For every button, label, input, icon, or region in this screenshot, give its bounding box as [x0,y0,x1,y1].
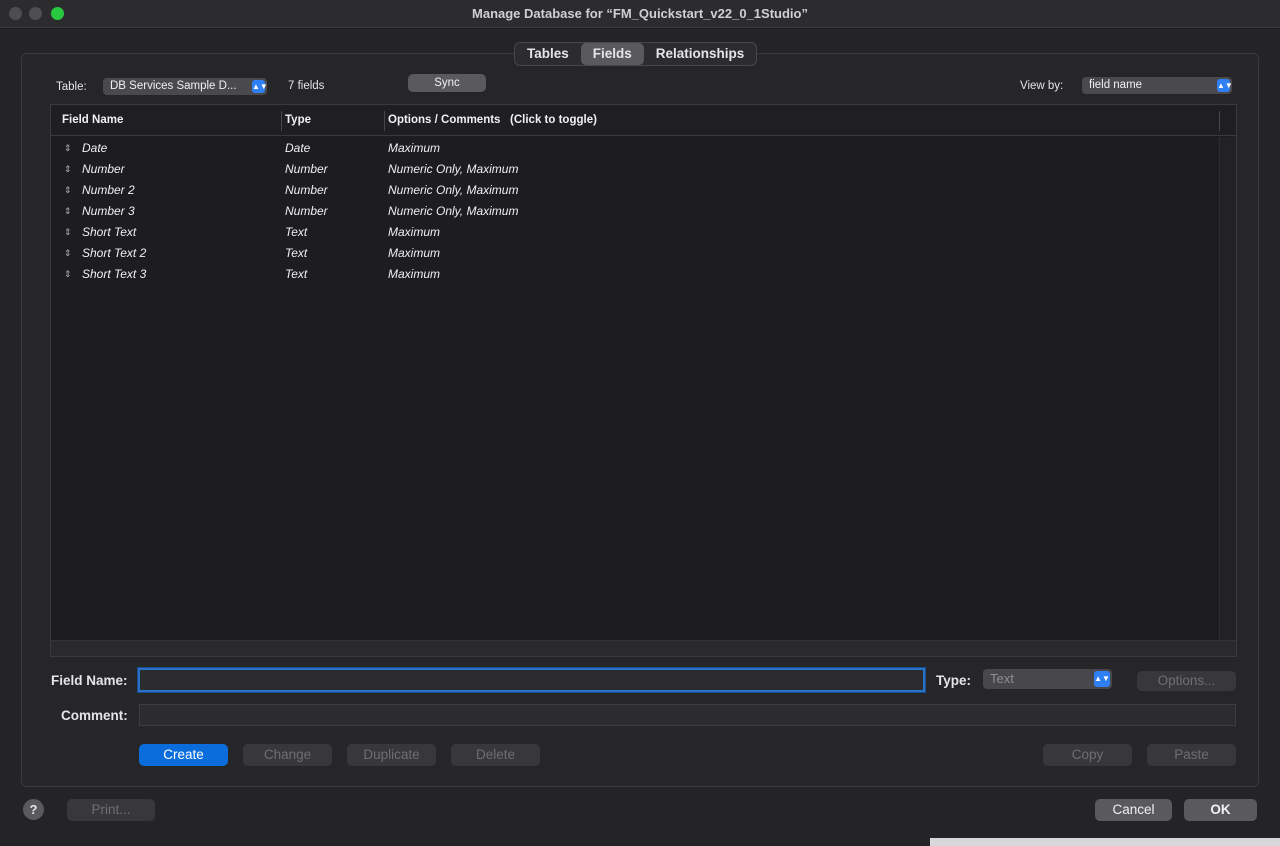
row-field-options: Numeric Only, Maximum [388,204,519,218]
row-field-name: Short Text [82,225,137,239]
row-field-options: Maximum [388,225,441,239]
column-divider[interactable] [384,111,385,131]
view-by-select[interactable]: field name ▲▼ [1082,77,1233,94]
column-header-options[interactable]: Options / Comments (Click to toggle) [388,114,597,126]
row-field-type: Number [285,162,328,176]
drag-handle-icon[interactable]: ⇕ [64,185,72,196]
delete-button[interactable]: Delete [451,744,540,766]
cancel-button[interactable]: Cancel [1095,799,1172,821]
sync-button[interactable]: Sync [408,74,486,92]
create-button[interactable]: Create [139,744,228,766]
tab-tables[interactable]: Tables [515,43,581,65]
table-header: Field Name Type Options / Comments (Clic… [51,105,1236,136]
drag-handle-icon[interactable]: ⇕ [64,227,72,238]
copy-button[interactable]: Copy [1043,744,1132,766]
popup-arrows-icon: ▲▼ [252,80,268,93]
row-field-type: Date [285,141,311,155]
field-list-table: Field Name Type Options / Comments (Clic… [50,104,1237,657]
table-row[interactable]: ⇕ Number 3 Number Numeric Only, Maximum [51,201,1219,222]
drag-handle-icon[interactable]: ⇕ [64,269,72,280]
type-select[interactable]: Text ▲▼ [983,669,1112,689]
background-window-strip [930,838,1280,846]
view-by-label: View by: [1020,80,1064,92]
row-field-name: Number 3 [82,204,135,218]
field-name-label: Field Name: [51,673,128,688]
row-field-name: Short Text 2 [82,246,147,260]
row-field-options: Maximum [388,246,441,260]
row-field-options: Maximum [388,141,441,155]
print-button[interactable]: Print... [67,799,155,821]
field-name-input[interactable] [138,668,925,692]
help-button[interactable]: ? [23,799,44,820]
drag-handle-icon[interactable]: ⇕ [64,248,72,259]
column-divider [1219,111,1220,131]
horizontal-scrollbar[interactable] [51,640,1236,656]
row-field-type: Text [285,246,308,260]
table-row[interactable]: ⇕ Number Number Numeric Only, Maximum [51,159,1219,180]
table-row[interactable]: ⇕ Short Text 3 Text Maximum [51,264,1219,285]
column-header-field-name[interactable]: Field Name [62,114,123,126]
options-button[interactable]: Options... [1137,671,1236,691]
row-field-type: Text [285,225,308,239]
row-field-name: Number 2 [82,183,135,197]
table-row[interactable]: ⇕ Number 2 Number Numeric Only, Maximum [51,180,1219,201]
tab-fields[interactable]: Fields [580,43,644,65]
drag-handle-icon[interactable]: ⇕ [64,143,72,154]
field-rows: ⇕ Date Date Maximum ⇕ Number Number Nume… [51,138,1219,285]
title-bar: Manage Database for “FM_Quickstart_v22_0… [0,0,1280,28]
duplicate-button[interactable]: Duplicate [347,744,436,766]
table-select-value: DB Services Sample D... [110,80,237,92]
vertical-scrollbar[interactable] [1219,137,1236,642]
drag-handle-icon[interactable]: ⇕ [64,164,72,175]
tab-relationships[interactable]: Relationships [644,43,757,65]
row-field-name: Short Text 3 [82,267,147,281]
ok-button[interactable]: OK [1184,799,1257,821]
comment-label: Comment: [61,708,128,723]
change-button[interactable]: Change [243,744,332,766]
window-title: Manage Database for “FM_Quickstart_v22_0… [472,6,808,21]
column-divider[interactable] [281,111,282,131]
row-field-name: Date [82,141,108,155]
column-header-type[interactable]: Type [285,114,311,126]
drag-handle-icon[interactable]: ⇕ [64,206,72,217]
popup-arrows-icon: ▲▼ [1217,79,1233,92]
type-label: Type: [936,673,972,688]
table-row[interactable]: ⇕ Short Text 2 Text Maximum [51,243,1219,264]
table-row[interactable]: ⇕ Date Date Maximum [51,138,1219,159]
field-count: 7 fields [288,80,325,92]
table-select[interactable]: DB Services Sample D... ▲▼ [103,78,268,95]
table-label: Table: [56,81,87,93]
tab-bar: Tables Fields Relationships [514,42,758,66]
row-field-type: Text [285,267,308,281]
paste-button[interactable]: Paste [1147,744,1236,766]
row-field-options: Maximum [388,267,441,281]
view-by-select-value: field name [1089,79,1143,91]
row-field-name: Number [82,162,125,176]
row-field-type: Number [285,204,328,218]
row-field-options: Numeric Only, Maximum [388,183,519,197]
row-field-options: Numeric Only, Maximum [388,162,519,176]
comment-input[interactable] [139,704,1236,726]
type-select-value: Text [990,671,1014,686]
row-field-type: Number [285,183,328,197]
popup-arrows-icon: ▲▼ [1094,671,1110,687]
table-row[interactable]: ⇕ Short Text Text Maximum [51,222,1219,243]
